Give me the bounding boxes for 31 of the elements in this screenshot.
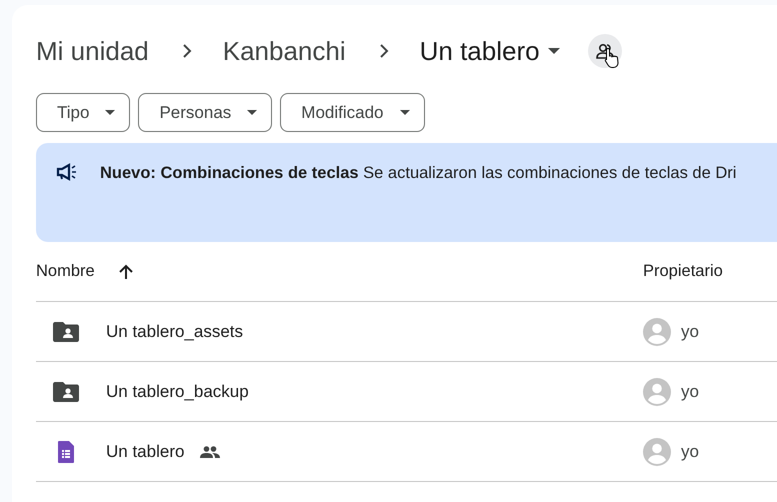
owner-name: yo — [681, 380, 699, 403]
file-name[interactable]: Un tablero_assets — [106, 318, 244, 344]
form-icon — [58, 440, 74, 462]
banner-message: Nuevo: Combinaciones de teclas Se actualizaron las combinaciones de teclas de Dri — [100, 163, 736, 184]
file-name[interactable]: Un tablero_backup — [106, 378, 249, 404]
column-header[interactable]: Nombre — [36, 259, 133, 284]
breadcrumb-item[interactable]: Un tablero — [420, 32, 564, 70]
chevron-icon — [183, 44, 192, 58]
share-button[interactable] — [588, 34, 622, 68]
owner-name: yo — [681, 320, 699, 343]
people-icon — [596, 43, 614, 59]
filter-chip[interactable]: Tipo — [36, 93, 130, 132]
avatar-icon — [643, 318, 671, 346]
caret-icon — [105, 110, 116, 115]
filter-chip[interactable]: Personas — [138, 93, 272, 132]
column-header: Propietario — [643, 261, 723, 282]
megaphone-icon — [56, 163, 78, 181]
file-name[interactable]: Un tablero — [106, 438, 184, 464]
breadcrumb-item[interactable]: Mi unidad — [36, 32, 153, 70]
chevron-icon — [380, 44, 390, 58]
filter-chip[interactable]: Modificado — [280, 93, 424, 132]
shared-folder-icon — [53, 321, 79, 342]
breadcrumb-item[interactable]: Kanbanchi — [222, 32, 350, 70]
caret-icon — [247, 110, 258, 115]
avatar-icon — [643, 378, 671, 406]
shared-folder-icon — [53, 381, 79, 402]
caret-icon — [400, 110, 410, 115]
owner-name: yo — [681, 440, 699, 463]
hand-cursor-icon — [604, 47, 620, 69]
caret-icon — [548, 48, 560, 54]
avatar-icon — [643, 438, 671, 466]
